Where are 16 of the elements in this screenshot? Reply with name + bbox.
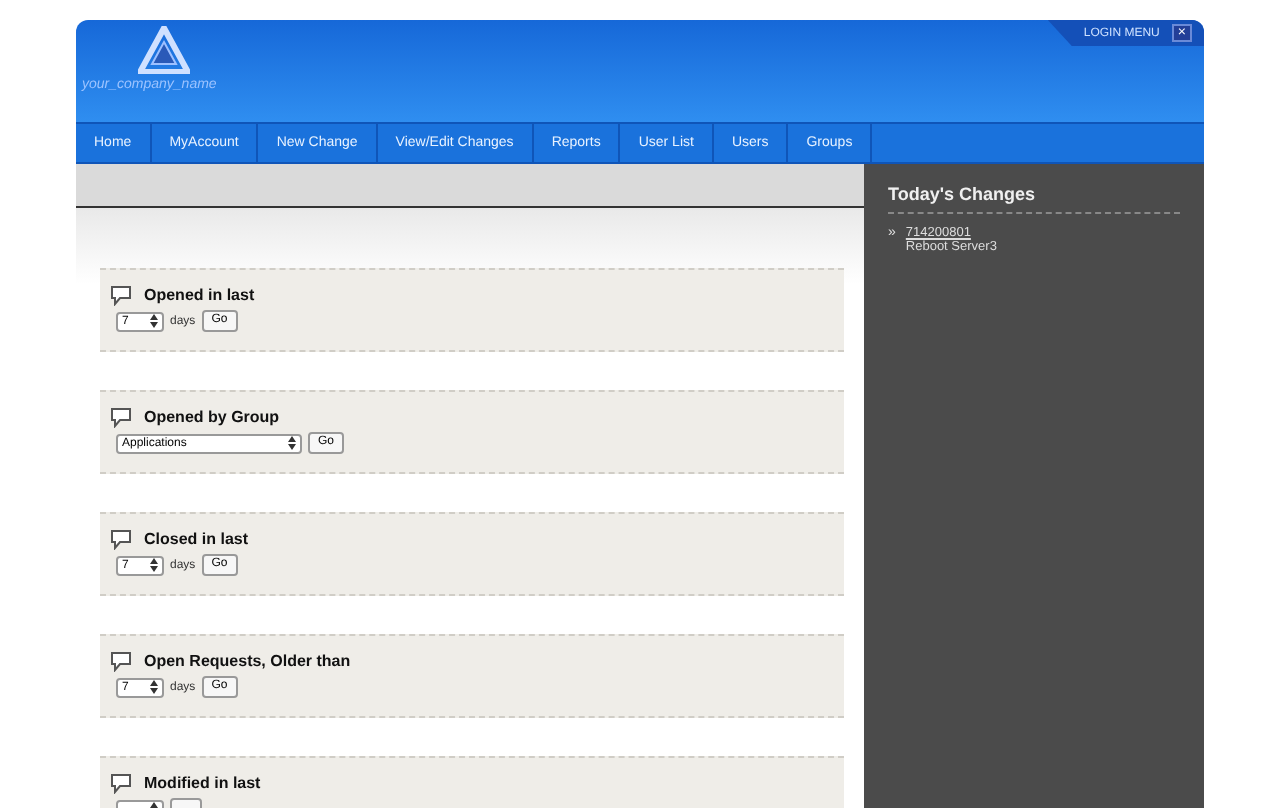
report-title: Open Requests, Older than bbox=[144, 652, 351, 670]
spinner-arrows-icon bbox=[150, 558, 158, 572]
speech-bubble-icon bbox=[110, 528, 132, 550]
report-title: Opened in last bbox=[144, 286, 255, 304]
spinner-arrows-icon bbox=[150, 680, 158, 694]
triangle-logo-icon bbox=[138, 26, 190, 74]
speech-bubble-icon bbox=[110, 772, 132, 794]
report-title: Opened by Group bbox=[144, 408, 280, 426]
report-title: Closed in last bbox=[144, 530, 249, 548]
speech-bubble-icon bbox=[110, 406, 132, 428]
spinner-arrows-icon bbox=[288, 436, 296, 450]
speech-bubble-icon bbox=[110, 284, 132, 306]
spinner-arrows-icon bbox=[150, 314, 158, 328]
sidebar-title: Today's Changes bbox=[888, 184, 1180, 214]
report-title: Modified in last bbox=[144, 774, 261, 792]
speech-bubble-icon bbox=[110, 650, 132, 672]
